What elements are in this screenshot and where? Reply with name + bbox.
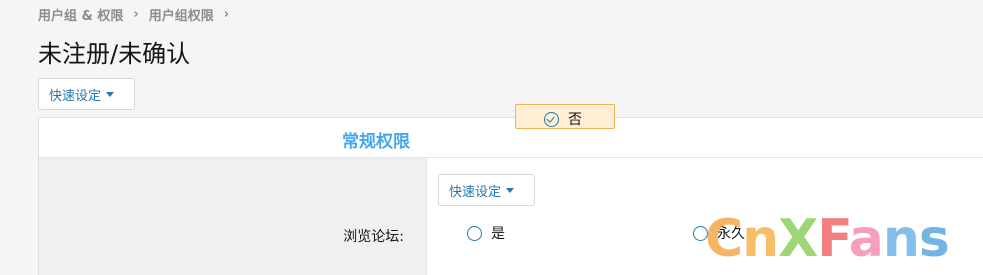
watermark-letter: s xyxy=(918,209,950,269)
row-label-view-forum: 浏览论坛: xyxy=(343,229,404,245)
breadcrumb-separator: › xyxy=(223,7,230,22)
watermark-letter: n xyxy=(882,209,920,269)
radio-option-no[interactable]: 否 xyxy=(515,104,615,129)
breadcrumb-separator: › xyxy=(133,7,139,22)
row-quick-set-button[interactable]: 快速设定 xyxy=(438,174,535,206)
breadcrumb-item-group-permissions[interactable]: 用户组权限 xyxy=(149,5,214,24)
caret-down-icon xyxy=(506,188,515,193)
watermark-letter: n xyxy=(742,209,779,269)
page-title: 未注册/未确认 xyxy=(38,40,191,68)
watermark-letter: F xyxy=(817,209,850,269)
watermark-letter: X xyxy=(778,209,818,269)
caret-down-icon xyxy=(106,92,115,97)
radio-unchecked-icon xyxy=(467,225,482,241)
panel-header: 常规权限 xyxy=(39,118,983,158)
watermark-letter: C xyxy=(705,209,743,269)
radio-label: 否 xyxy=(568,112,582,128)
quick-set-label: 快速设定 xyxy=(449,184,502,200)
label-column: 浏览论坛: xyxy=(39,158,427,275)
section-title: 常规权限 xyxy=(342,132,410,152)
radio-label: 是 xyxy=(491,226,505,242)
breadcrumb-item-groups[interactable]: 用户组 & 权限 xyxy=(38,5,123,24)
radio-checked-icon xyxy=(544,111,559,127)
watermark-logo: CnXFans xyxy=(705,213,950,265)
radio-option-yes[interactable]: 是 xyxy=(467,220,505,246)
watermark-letter: a xyxy=(848,209,884,269)
breadcrumb: 用户组 & 权限 › 用户组权限 › xyxy=(38,5,239,24)
quick-set-label: 快速设定 xyxy=(49,88,102,104)
quick-set-button[interactable]: 快速设定 xyxy=(38,78,135,110)
